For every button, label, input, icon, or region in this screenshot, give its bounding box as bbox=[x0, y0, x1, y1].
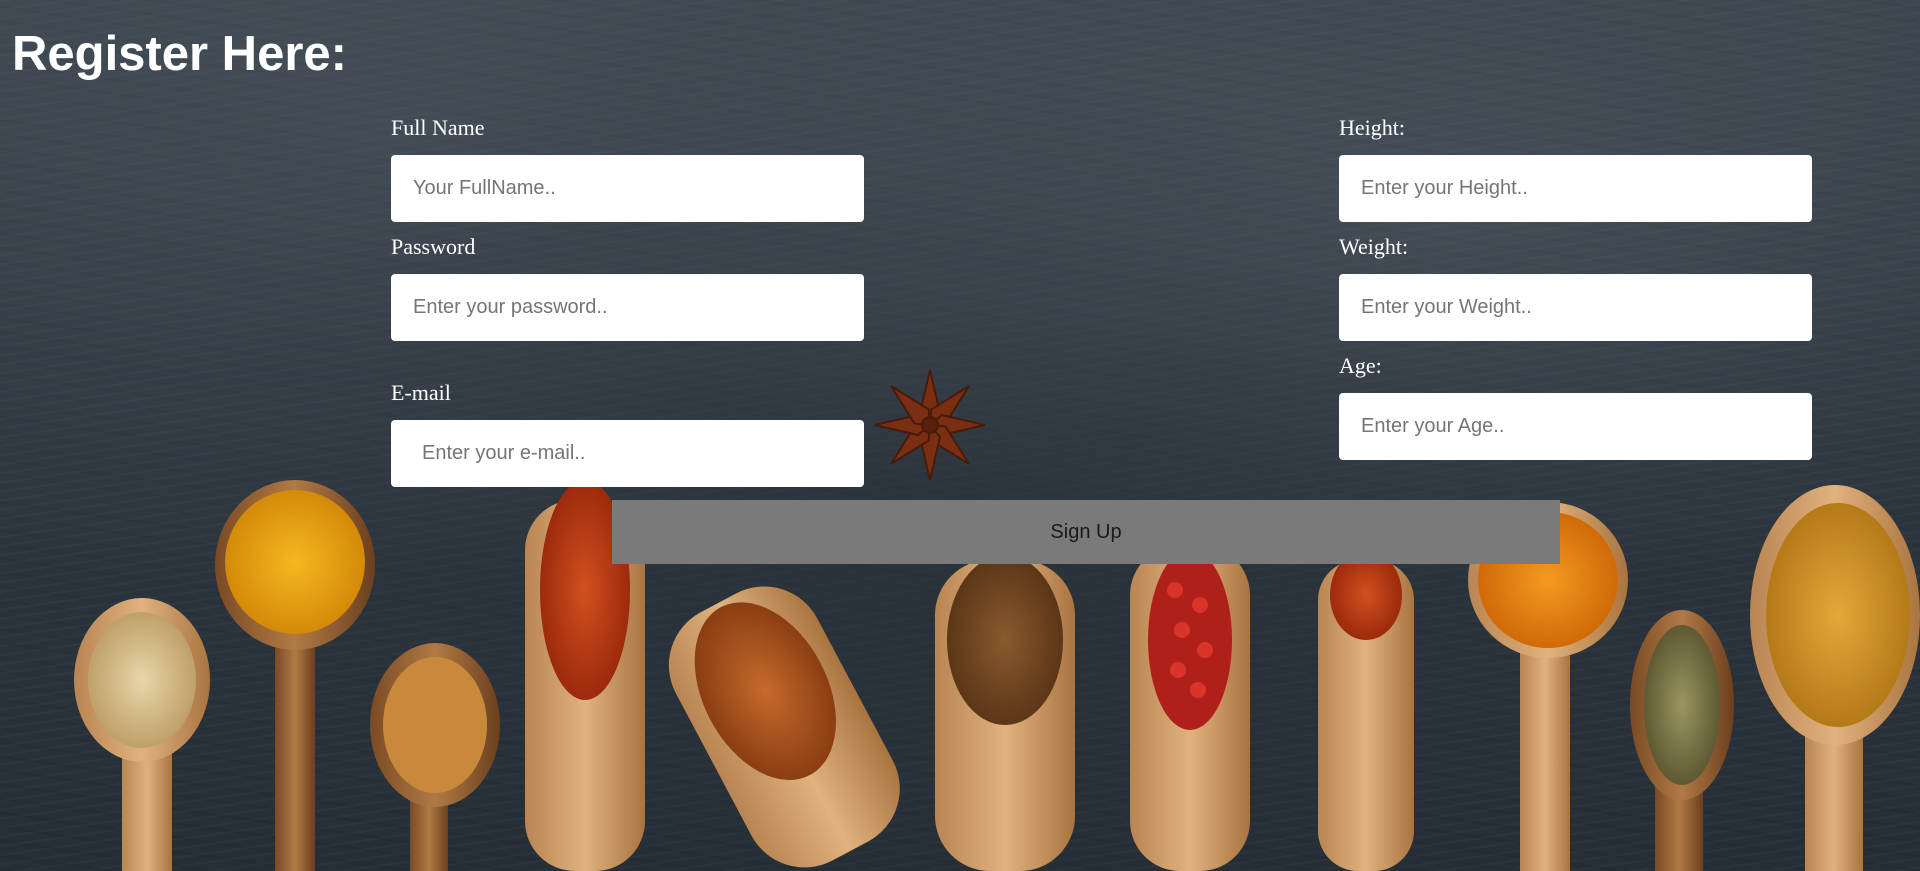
weight-input[interactable] bbox=[1339, 274, 1812, 341]
weight-label: Weight: bbox=[1339, 234, 1409, 259]
password-input[interactable] bbox=[391, 274, 864, 341]
email-label: E-mail bbox=[391, 380, 451, 405]
height-label: Height: bbox=[1339, 115, 1405, 140]
sign-up-button[interactable]: Sign Up bbox=[612, 500, 1560, 564]
age-input[interactable] bbox=[1339, 393, 1812, 460]
full-name-input[interactable] bbox=[391, 155, 864, 222]
full-name-label: Full Name bbox=[391, 115, 485, 140]
height-input[interactable] bbox=[1339, 155, 1812, 222]
page-title: Register Here: bbox=[12, 27, 347, 81]
password-label: Password bbox=[391, 234, 476, 259]
email-input[interactable] bbox=[391, 420, 864, 487]
age-label: Age: bbox=[1339, 353, 1382, 378]
